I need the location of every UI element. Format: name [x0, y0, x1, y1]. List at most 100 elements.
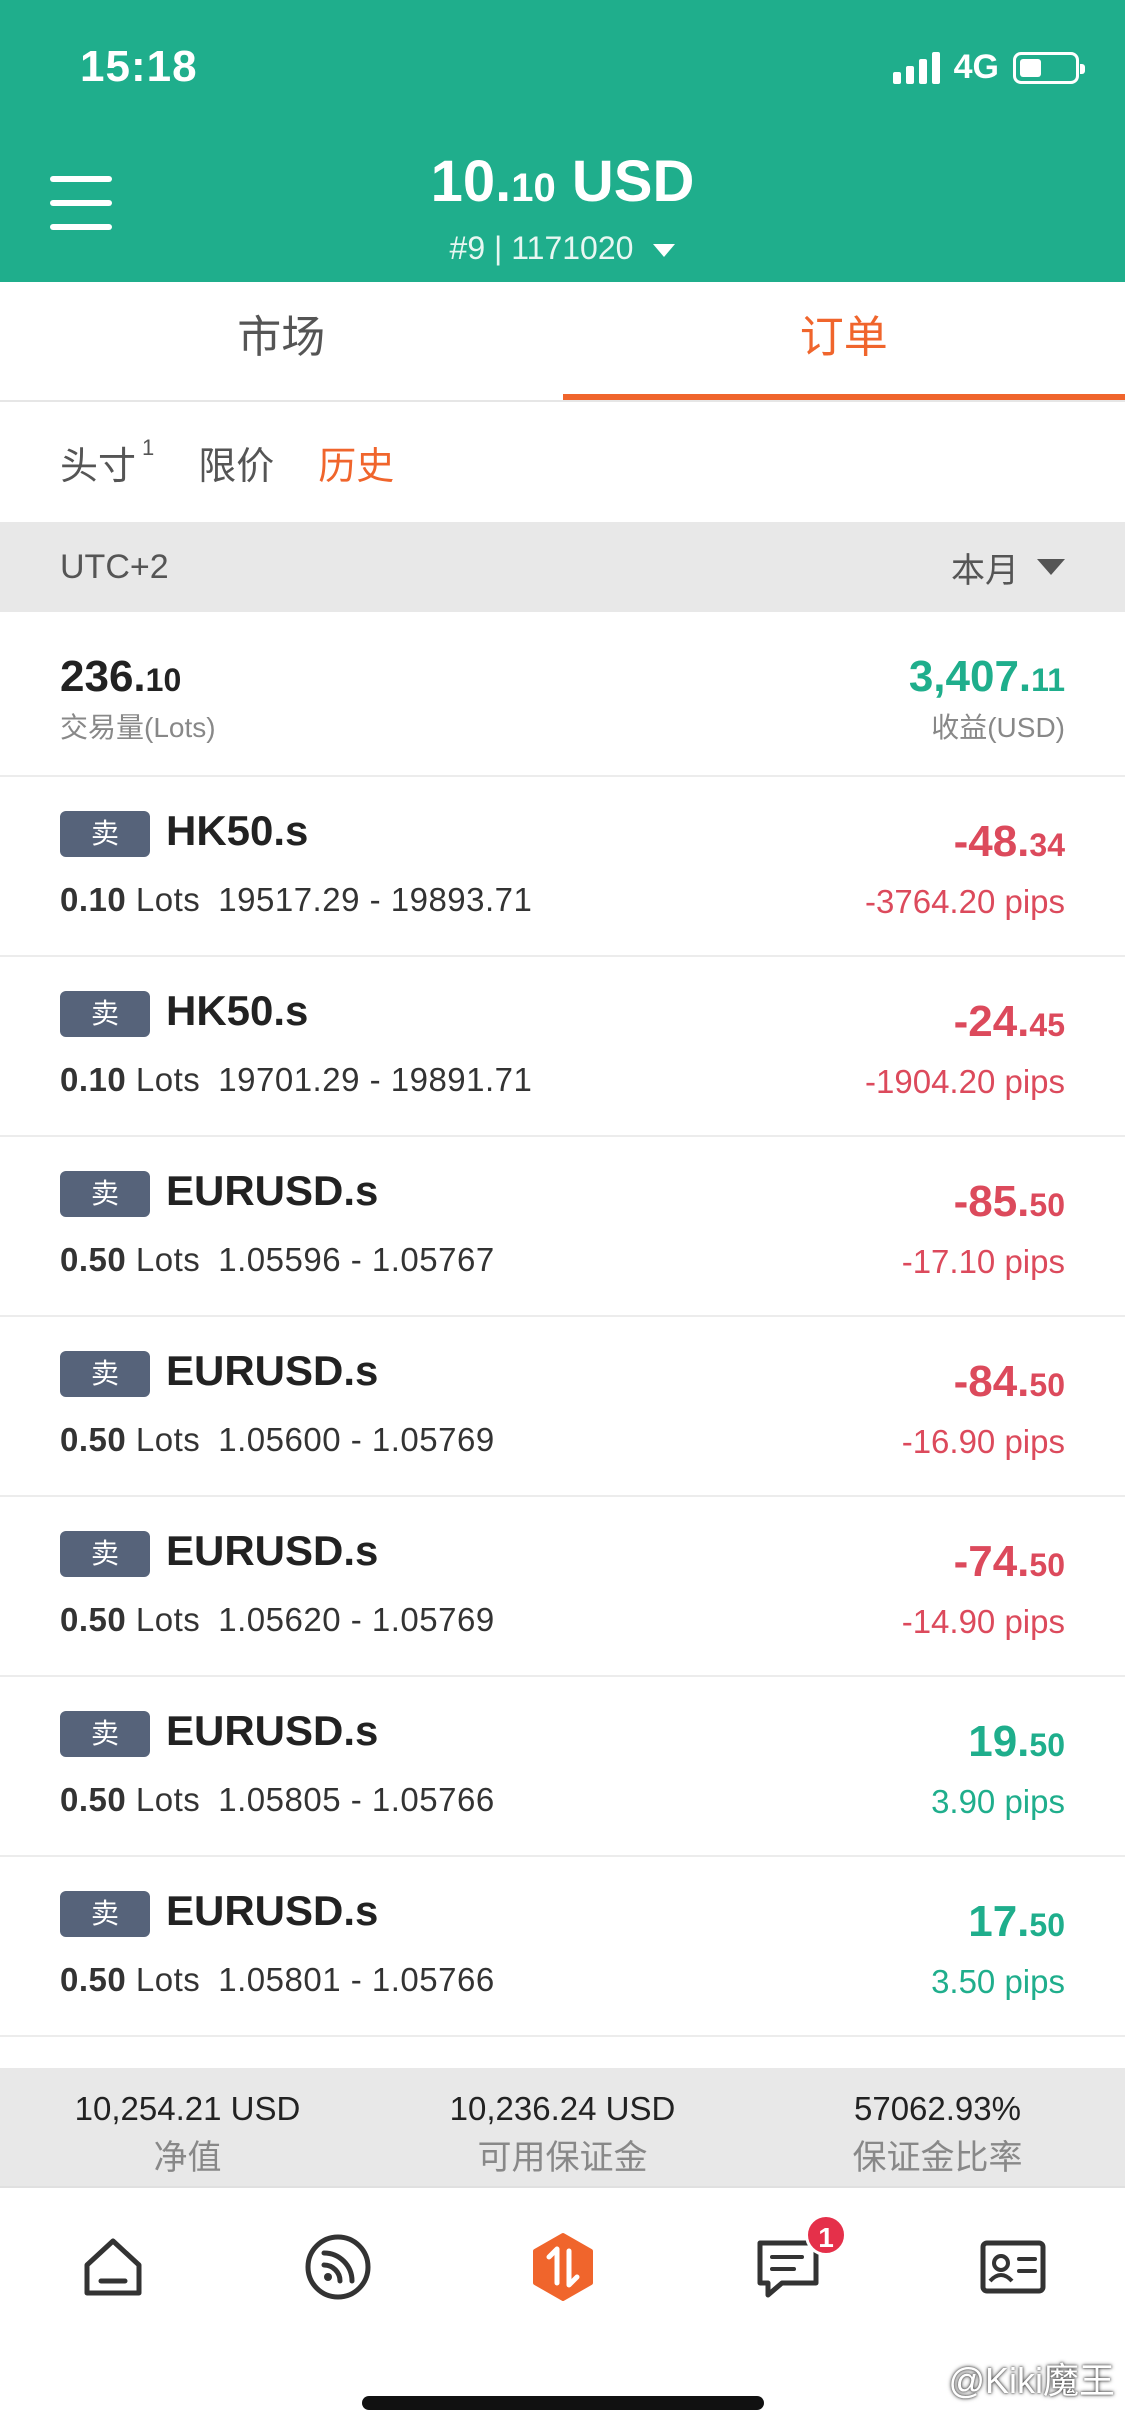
order-lots: 0.50 [60, 1781, 127, 1818]
profile-card-icon [980, 2240, 1045, 2294]
order-lots: 0.10 [60, 881, 127, 918]
order-profit: -48.34 [953, 817, 1065, 866]
history-summary: 236.10 交易量(Lots) 3,407.11 收益(USD) [0, 612, 1125, 777]
order-lots: 0.50 [60, 1961, 127, 1998]
feed-icon [305, 2234, 370, 2300]
order-details: 0.50 Lots 1.05600 - 1.05769 [60, 1421, 495, 1459]
order-pips: -14.90 pips [901, 1603, 1065, 1640]
nav-home[interactable] [0, 2188, 225, 2346]
lots-unit: Lots [135, 881, 201, 918]
caret-down-icon [1037, 559, 1065, 575]
order-details: 0.50 Lots 1.05801 - 1.05766 [60, 1961, 495, 1999]
order-prices: 1.05805 - 1.05766 [218, 1781, 495, 1818]
side-badge: 卖 [60, 1171, 150, 1217]
order-prices: 19517.29 - 19893.71 [218, 881, 533, 918]
status-time: 15:18 [80, 42, 198, 91]
volume-label: 交易量(Lots) [60, 712, 216, 743]
timezone-label: UTC+2 [60, 547, 169, 586]
order-prices: 1.05600 - 1.05769 [218, 1421, 495, 1458]
order-profit: -24.45 [953, 997, 1065, 1046]
volume-summary: 236.10 交易量(Lots) [60, 652, 216, 775]
positions-count: 1 [142, 434, 155, 460]
margin-level-stat: 57062.93% 保证金比率 [852, 2090, 1023, 2177]
side-badge: 卖 [60, 1351, 150, 1397]
bottom-nav: 1 [0, 2186, 1125, 2346]
network-type: 4G [953, 48, 999, 86]
profit-label: 收益(USD) [931, 712, 1065, 743]
order-history-list: 卖 HK50.s 0.10 Lots 19517.29 - 19893.71 -48.3… [0, 777, 1125, 2037]
order-row[interactable]: 卖 HK50.s 0.10 Lots 19517.29 - 19893.71 -48.3… [0, 777, 1125, 957]
lots-unit: Lots [135, 1601, 201, 1638]
order-pips: -1904.20 pips [865, 1063, 1065, 1100]
side-badge: 卖 [60, 1531, 150, 1577]
home-indicator[interactable] [362, 2396, 764, 2410]
lots-unit: Lots [135, 1061, 201, 1098]
profit-value: 3,407.11 [908, 652, 1065, 701]
order-profit: 17.50 [968, 1897, 1065, 1946]
order-pips: -16.90 pips [901, 1423, 1065, 1460]
order-row[interactable]: 卖 EURUSD.s 0.50 Lots 1.05596 - 1.05767 -85.5… [0, 1137, 1125, 1317]
order-profit: -84.50 [953, 1357, 1065, 1406]
lots-unit: Lots [135, 1421, 201, 1458]
nav-trade[interactable] [450, 2188, 675, 2346]
profit-summary: 3,407.11 收益(USD) [909, 652, 1065, 775]
subtab-positions[interactable]: 头寸 1 [60, 435, 154, 490]
main-tabs: 市场 订单 [0, 282, 1125, 402]
free-margin-stat: 10,236.24 USD 可用保证金 [449, 2090, 676, 2177]
equity-stat: 10,254.21 USD 净值 [74, 2090, 301, 2177]
order-row[interactable]: 卖 EURUSD.s 0.50 Lots 1.05620 - 1.05769 -74.5… [0, 1497, 1125, 1677]
period-dropdown[interactable]: 本月 [951, 543, 1065, 592]
order-row[interactable]: 卖 EURUSD.s 0.50 Lots 1.05801 - 1.05766 17.50… [0, 1857, 1125, 2037]
order-prices: 1.05596 - 1.05767 [218, 1241, 495, 1278]
side-badge: 卖 [60, 811, 150, 857]
side-badge: 卖 [60, 1711, 150, 1757]
order-details: 0.50 Lots 1.05805 - 1.05766 [60, 1781, 495, 1819]
nav-messages[interactable]: 1 [675, 2188, 900, 2346]
nav-profile[interactable] [900, 2188, 1125, 2346]
order-prices: 1.05801 - 1.05766 [218, 1961, 495, 1998]
account-number: #9 | 1171020 [449, 230, 634, 266]
account-balance: 10.10 USD [430, 149, 695, 214]
order-pips: 3.50 pips [931, 1963, 1065, 2000]
signal-icon [892, 51, 940, 84]
order-lots: 0.50 [60, 1241, 127, 1278]
subtab-limit[interactable]: 限价 [198, 435, 274, 490]
order-prices: 19701.29 - 19891.71 [218, 1061, 533, 1098]
order-prices: 1.05620 - 1.05769 [218, 1601, 495, 1638]
subtab-history[interactable]: 历史 [318, 435, 394, 490]
order-symbol: EURUSD.s [166, 1347, 379, 1394]
order-row[interactable]: 卖 HK50.s 0.10 Lots 19701.29 - 19891.71 -24.4… [0, 957, 1125, 1137]
tab-orders[interactable]: 订单 [562, 282, 1125, 400]
order-details: 0.50 Lots 1.05620 - 1.05769 [60, 1601, 495, 1639]
order-row[interactable]: 卖 EURUSD.s 0.50 Lots 1.05600 - 1.05769 -84.5… [0, 1317, 1125, 1497]
order-lots: 0.50 [60, 1421, 127, 1458]
order-lots: 0.50 [60, 1601, 127, 1638]
order-symbol: HK50.s [166, 987, 309, 1034]
order-pips: -3764.20 pips [865, 883, 1065, 920]
order-pips: 3.90 pips [931, 1783, 1065, 1820]
order-symbol: EURUSD.s [166, 1167, 379, 1214]
message-count-badge: 1 [805, 2214, 847, 2256]
order-symbol: EURUSD.s [166, 1527, 379, 1574]
order-profit: -74.50 [953, 1537, 1065, 1586]
order-details: 0.10 Lots 19517.29 - 19893.71 [60, 881, 532, 919]
watermark-text: @Kiki魔王 [948, 2360, 1115, 2401]
side-badge: 卖 [60, 991, 150, 1037]
account-selector[interactable]: #9 | 1171020 [0, 230, 1125, 267]
history-filter-bar: UTC+2 本月 [0, 522, 1125, 612]
nav-feed[interactable] [225, 2188, 450, 2346]
order-row[interactable]: 卖 EURUSD.s 0.50 Lots 1.05805 - 1.05766 19.50… [0, 1677, 1125, 1857]
trade-icon [532, 2233, 593, 2301]
order-profit: 19.50 [968, 1717, 1065, 1766]
app-header: 15:18 4G 10.10 USD #9 | 1171020 [0, 0, 1125, 282]
chevron-down-icon [653, 244, 676, 258]
lots-unit: Lots [135, 1961, 201, 1998]
lots-unit: Lots [135, 1781, 201, 1818]
volume-value: 236.10 [60, 652, 182, 701]
tab-market[interactable]: 市场 [0, 282, 563, 400]
order-symbol: HK50.s [166, 807, 309, 854]
order-symbol: EURUSD.s [166, 1707, 379, 1754]
order-details: 0.50 Lots 1.05596 - 1.05767 [60, 1241, 495, 1279]
order-sub-tabs: 头寸 1 限价 历史 [0, 402, 1125, 522]
order-lots: 0.10 [60, 1061, 127, 1098]
